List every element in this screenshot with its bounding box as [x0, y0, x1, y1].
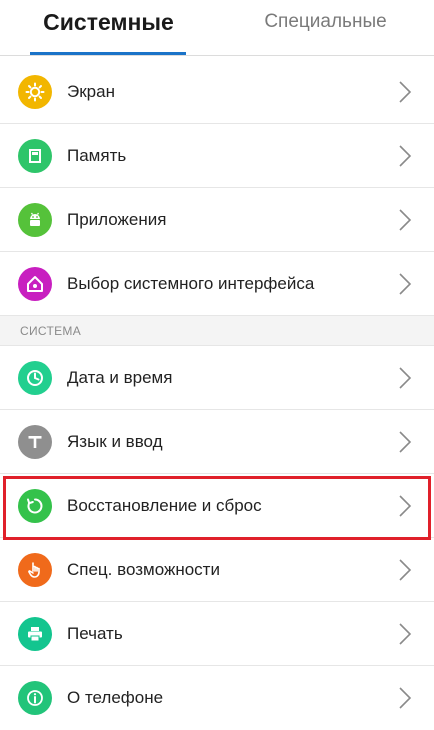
home-interface-icon: [18, 267, 52, 301]
chevron-right-icon: [399, 145, 412, 167]
chevron-right-icon: [399, 367, 412, 389]
settings-item-accessibility[interactable]: Спец. возможности: [0, 538, 434, 602]
settings-item-printing[interactable]: Печать: [0, 602, 434, 666]
memory-card-icon: [18, 139, 52, 173]
settings-item-label: Спец. возможности: [67, 560, 220, 579]
screen-brightness-icon: [18, 75, 52, 109]
settings-item-system-interface[interactable]: Выбор системного интерфейса: [0, 252, 434, 316]
chevron-right-icon: [399, 81, 412, 103]
language-t-icon: [18, 425, 52, 459]
settings-item-about-phone[interactable]: О телефоне: [0, 666, 434, 730]
chevron-right-icon: [399, 209, 412, 231]
settings-tabs: Системные Специальные: [0, 0, 434, 56]
settings-item-screen[interactable]: Экран: [0, 60, 434, 124]
tab-special-label: Специальные: [264, 11, 387, 32]
settings-list: Экран Память Приложения Выбор системного…: [0, 60, 434, 730]
settings-item-label: О телефоне: [67, 688, 164, 707]
settings-item-date-time[interactable]: Дата и время: [0, 346, 434, 410]
accessibility-hand-icon: [18, 553, 52, 587]
restore-reset-icon: [18, 489, 52, 523]
info-icon: [18, 681, 52, 715]
settings-item-label: Восстановление и сброс: [67, 496, 262, 515]
section-header-system: СИСТЕМА: [0, 316, 434, 346]
tab-system-label: Системные: [43, 8, 174, 35]
chevron-right-icon: [399, 431, 412, 453]
settings-item-language-input[interactable]: Язык и ввод: [0, 410, 434, 474]
settings-item-apps[interactable]: Приложения: [0, 188, 434, 252]
settings-item-label: Дата и время: [67, 368, 173, 387]
printer-icon: [18, 617, 52, 651]
settings-item-label: Печать: [67, 624, 123, 643]
clock-icon: [18, 361, 52, 395]
settings-item-label: Приложения: [67, 210, 167, 229]
chevron-right-icon: [399, 273, 412, 295]
tab-system[interactable]: Системные: [0, 0, 217, 56]
chevron-right-icon: [399, 687, 412, 709]
active-tab-indicator: [30, 52, 186, 55]
chevron-right-icon: [399, 495, 412, 517]
chevron-right-icon: [399, 559, 412, 581]
settings-item-label: Выбор системного интерфейса: [67, 274, 315, 293]
settings-item-memory[interactable]: Память: [0, 124, 434, 188]
android-app-icon: [18, 203, 52, 237]
settings-item-label: Язык и ввод: [67, 432, 163, 451]
settings-item-backup-reset[interactable]: Восстановление и сброс: [0, 474, 434, 538]
chevron-right-icon: [399, 623, 412, 645]
tab-special[interactable]: Специальные: [217, 0, 434, 56]
settings-item-label: Память: [67, 146, 127, 165]
settings-item-label: Экран: [67, 82, 115, 101]
